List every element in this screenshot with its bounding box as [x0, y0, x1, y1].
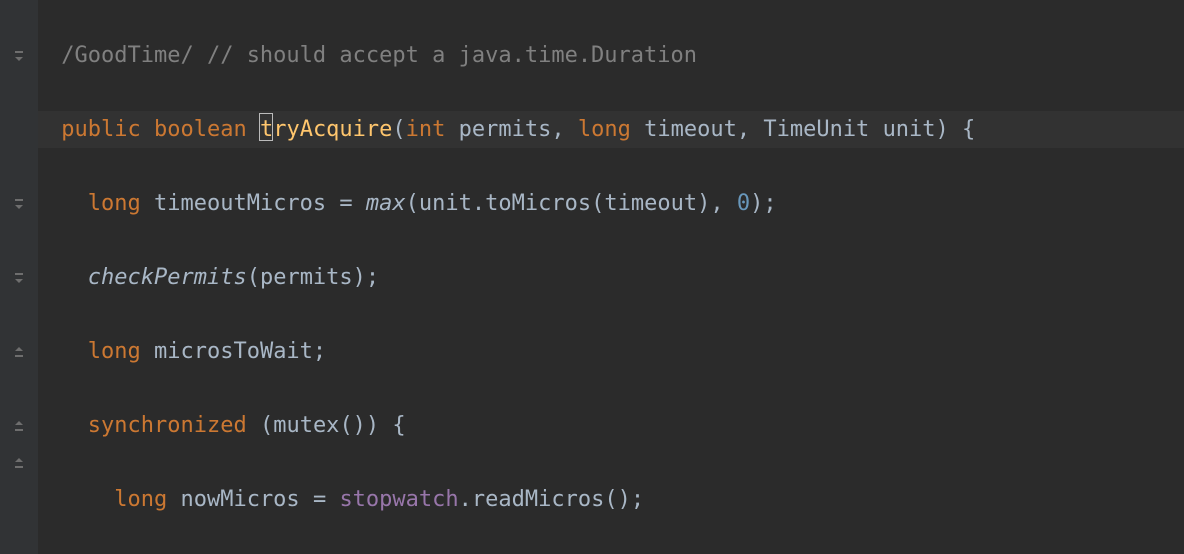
keyword-long: long	[88, 191, 141, 216]
comment: // should accept a java.time.Duration	[207, 43, 697, 68]
type-long: long	[578, 117, 631, 142]
code-line: /GoodTime/ // should accept a java.time.…	[38, 37, 1184, 74]
code-area[interactable]: /GoodTime/ // should accept a java.time.…	[38, 0, 1184, 554]
code-line: synchronized (mutex()) {	[38, 407, 1184, 444]
fold-marker-icon[interactable]	[12, 271, 26, 285]
type-int: int	[406, 117, 446, 142]
type-timeunit: TimeUnit	[763, 117, 869, 142]
keyword-synchronized: synchronized	[88, 413, 247, 438]
code-line-current: public boolean tryAcquire(int permits, l…	[38, 111, 1184, 148]
fold-end-icon[interactable]	[12, 345, 26, 359]
fn-mutex: mutex	[273, 413, 339, 438]
code-editor[interactable]: /GoodTime/ // should accept a java.time.…	[0, 0, 1184, 554]
keyword-long: long	[88, 339, 141, 364]
fn-max: max	[366, 191, 406, 216]
fn-toMicros: toMicros	[485, 191, 591, 216]
code-line: long nowMicros = stopwatch.readMicros();	[38, 481, 1184, 518]
annotation: /GoodTime/	[61, 43, 193, 68]
fold-marker-icon[interactable]	[12, 49, 26, 63]
var-timeoutMicros: timeoutMicros	[154, 191, 326, 216]
keyword-public: public	[61, 117, 140, 142]
keyword-boolean: boolean	[154, 117, 247, 142]
fn-checkPermits: checkPermits	[88, 265, 247, 290]
code-line: long timeoutMicros = max(unit.toMicros(t…	[38, 185, 1184, 222]
param-unit: unit	[883, 117, 936, 142]
code-line: long microsToWait;	[38, 333, 1184, 370]
var-nowMicros: nowMicros	[180, 487, 299, 512]
literal-zero: 0	[737, 191, 750, 216]
code-line: checkPermits(permits);	[38, 259, 1184, 296]
fold-marker-icon[interactable]	[12, 197, 26, 211]
field-stopwatch: stopwatch	[339, 487, 458, 512]
fold-end-icon[interactable]	[12, 456, 26, 470]
fn-readMicros: readMicros	[472, 487, 604, 512]
param-timeout: timeout	[644, 117, 737, 142]
gutter	[0, 0, 38, 554]
keyword-long: long	[114, 487, 167, 512]
param-permits: permits	[459, 117, 552, 142]
text-cursor: t	[260, 111, 273, 148]
method-name: tryAcquire	[260, 117, 392, 142]
var-microsToWait: microsToWait;	[154, 339, 326, 364]
fold-end-icon[interactable]	[12, 419, 26, 433]
